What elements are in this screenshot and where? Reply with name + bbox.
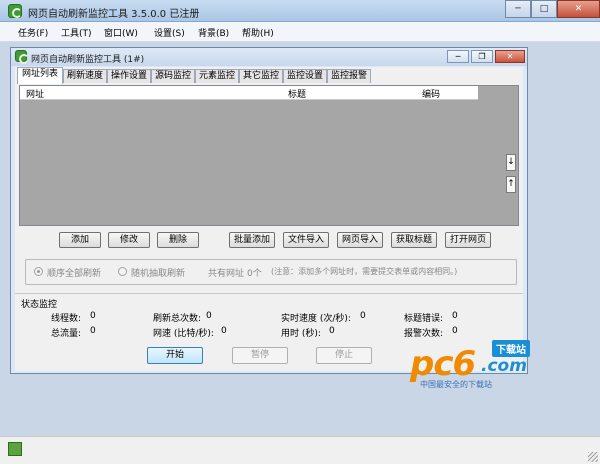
label-random[interactable]: 随机抽取刷新 xyxy=(131,266,185,279)
divider xyxy=(15,293,523,294)
status-section-title: 状态监控 xyxy=(21,300,58,310)
stat-bandwidth-value: 0 xyxy=(221,326,227,336)
stat-speed-value: 0 xyxy=(360,311,366,321)
maximize-button[interactable]: □ xyxy=(531,0,557,18)
stat-threads-value: 0 xyxy=(90,311,96,321)
multi-url-note: (注意：添加多个网址时，需要提交表单或内容相同。) xyxy=(271,267,458,276)
open-webpage-button[interactable]: 打开网页 xyxy=(445,232,491,248)
stat-title-error-label: 标题错误: xyxy=(404,314,444,324)
menu-tools[interactable]: 工具(T) xyxy=(61,26,92,39)
stat-refresh-count-label: 刷新总次数: xyxy=(153,314,202,324)
web-import-button[interactable]: 网页导入 xyxy=(337,232,383,248)
child-minimize-button[interactable]: ─ xyxy=(447,50,469,63)
menu-bar: 任务(F) 工具(T) 窗口(W) 设置(S) 背景(B) 帮助(H) xyxy=(0,22,600,42)
batch-add-button[interactable]: 批量添加 xyxy=(229,232,275,248)
minimize-button[interactable]: ─ xyxy=(505,0,531,18)
stat-traffic-label: 总流量: xyxy=(51,329,82,339)
radio-random[interactable] xyxy=(118,267,127,276)
stat-refresh-count-value: 0 xyxy=(206,311,212,321)
close-button[interactable]: ✕ xyxy=(557,0,600,18)
pc6-watermark-logo: pc6 .com 下载站 中国最安全的下载站 xyxy=(410,340,570,392)
add-button[interactable]: 添加 xyxy=(59,232,101,248)
app-refresh-icon xyxy=(8,4,22,18)
column-encoding[interactable]: 编码 xyxy=(422,87,440,100)
stat-alarm-count-value: 0 xyxy=(452,326,458,336)
total-url-label: 共有网址 xyxy=(208,269,245,279)
status-app-icon xyxy=(8,442,22,456)
stop-button[interactable]: 停止 xyxy=(316,347,372,364)
child-close-button[interactable]: ✕ xyxy=(495,50,525,63)
total-url-count: 0个 xyxy=(247,269,262,279)
pause-button[interactable]: 暂停 xyxy=(232,347,288,364)
url-list-table[interactable]: 网址 标题 编码 ↓ ↑ xyxy=(19,85,519,226)
label-sequential[interactable]: 顺序全部刷新 xyxy=(47,266,101,279)
refresh-mode-group: 顺序全部刷新 随机抽取刷新 共有网址 0个 (注意：添加多个网址时，需要提交表单… xyxy=(25,259,517,285)
fetch-title-button[interactable]: 获取标题 xyxy=(391,232,437,248)
menu-task[interactable]: 任务(F) xyxy=(18,26,48,39)
column-title[interactable]: 标题 xyxy=(288,87,306,100)
file-import-button[interactable]: 文件导入 xyxy=(283,232,329,248)
start-button[interactable]: 开始 xyxy=(147,347,203,364)
move-down-button[interactable]: ↓ xyxy=(506,154,516,171)
status-bar xyxy=(0,436,600,464)
watermark-brand-suffix: .com xyxy=(481,356,527,376)
tab-refresh-speed[interactable]: 刷新速度 xyxy=(63,69,107,83)
tab-url-list[interactable]: 网址列表 xyxy=(17,67,63,84)
window-controls: ─ □ ✕ xyxy=(505,0,600,19)
child-client-area: 网址列表 刷新速度 操作设置 源码监控 元素监控 其它监控 监控设置 监控报警 … xyxy=(15,67,523,371)
stat-title-error-value: 0 xyxy=(452,311,458,321)
stat-speed-label: 实时速度 (次/秒): xyxy=(281,314,351,324)
watermark-tagline: 中国最安全的下载站 xyxy=(420,380,492,389)
stat-bandwidth-label: 网速 (比特/秒): xyxy=(153,329,214,339)
move-up-button[interactable]: ↑ xyxy=(506,176,516,193)
main-title-bar[interactable]: 网页自动刷新监控工具 3.5.0.0 已注册 ─ □ ✕ xyxy=(0,0,600,22)
watermark-badge: 下载站 xyxy=(492,340,530,357)
tab-element-monitor[interactable]: 元素监控 xyxy=(195,69,239,83)
watermark-brand-main: pc6 xyxy=(410,344,476,384)
child-app-icon xyxy=(15,50,29,64)
table-header: 网址 标题 编码 xyxy=(20,86,478,100)
stat-elapsed-label: 用时 (秒): xyxy=(281,329,321,339)
tab-source-monitor[interactable]: 源码监控 xyxy=(151,69,195,83)
tab-operation-settings[interactable]: 操作设置 xyxy=(107,69,151,83)
stat-traffic-value: 0 xyxy=(90,326,96,336)
child-window-title: 网页自动刷新监控工具 (1#) xyxy=(31,55,145,65)
child-window: 网页自动刷新监控工具 (1#) ─ ❐ ✕ 网址列表 刷新速度 操作设置 源码监… xyxy=(10,47,528,374)
menu-window[interactable]: 窗口(W) xyxy=(104,26,138,39)
tab-monitor-alarm[interactable]: 监控报警 xyxy=(327,69,371,83)
menu-help[interactable]: 帮助(H) xyxy=(242,26,274,39)
child-restore-button[interactable]: ❐ xyxy=(471,50,493,63)
stat-elapsed-value: 0 xyxy=(329,326,335,336)
tab-monitor-settings[interactable]: 监控设置 xyxy=(283,69,327,83)
tab-other-monitor[interactable]: 其它监控 xyxy=(239,69,283,83)
menu-background[interactable]: 背景(B) xyxy=(198,26,229,39)
child-title-bar[interactable]: 网页自动刷新监控工具 (1#) ─ ❐ ✕ xyxy=(11,48,527,66)
menu-settings[interactable]: 设置(S) xyxy=(154,26,185,39)
edit-button[interactable]: 修改 xyxy=(108,232,150,248)
column-url[interactable]: 网址 xyxy=(26,87,44,100)
delete-button[interactable]: 删除 xyxy=(157,232,199,248)
radio-sequential[interactable] xyxy=(34,267,43,276)
stat-alarm-count-label: 报警次数: xyxy=(404,329,444,339)
window-title: 网页自动刷新监控工具 3.5.0.0 已注册 xyxy=(28,9,200,20)
resize-grip-icon[interactable] xyxy=(588,452,598,462)
stat-threads-label: 线程数: xyxy=(51,314,82,324)
